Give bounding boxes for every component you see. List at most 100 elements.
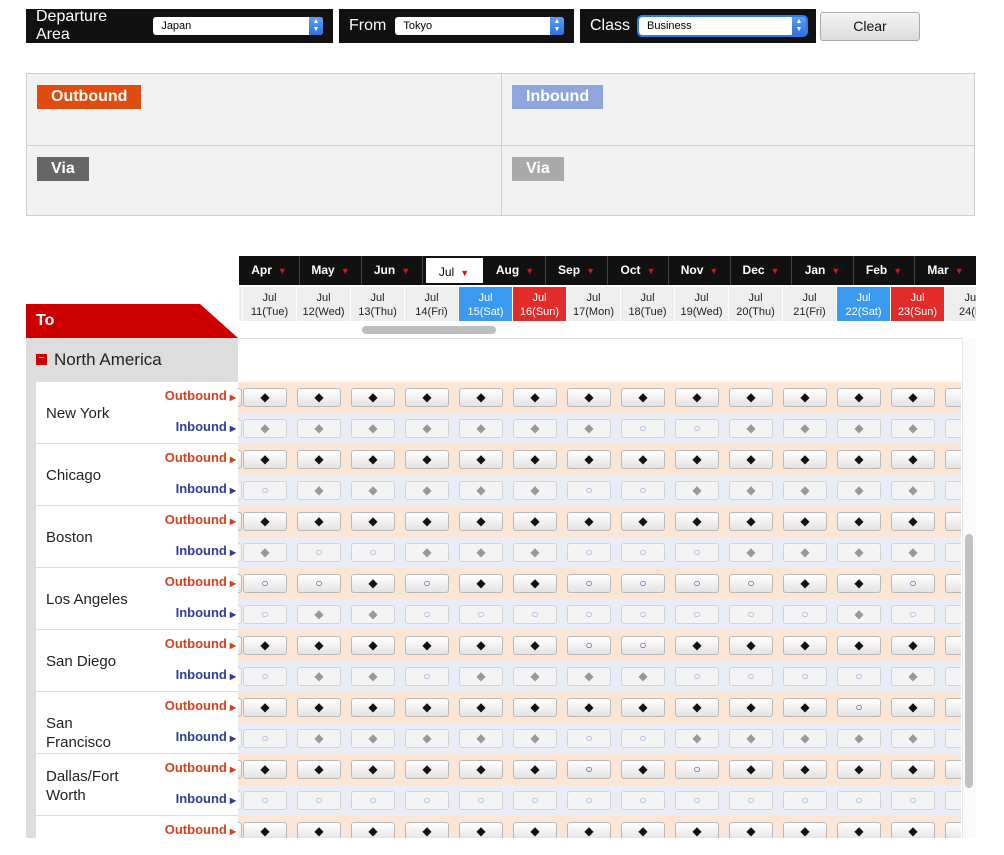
availability-cell[interactable]: ◆ [459, 729, 503, 748]
month-tab-oct[interactable]: Oct ▼ [608, 256, 669, 285]
availability-cell[interactable]: ◆ [621, 822, 665, 838]
availability-cell[interactable]: ◆ [567, 822, 611, 838]
availability-cell[interactable]: ◆ [837, 512, 881, 531]
availability-cell[interactable]: ◆ [459, 388, 503, 407]
availability-cell[interactable]: ○ [297, 791, 341, 810]
month-tab-jul[interactable]: Jul ▼ [423, 256, 485, 285]
availability-cell[interactable]: ○ [243, 574, 287, 593]
availability-cell[interactable] [238, 760, 242, 779]
availability-cell[interactable]: ◆ [837, 636, 881, 655]
date-column-header[interactable]: Jul 24(M [945, 287, 976, 321]
horizontal-scrollbar[interactable] [362, 326, 496, 334]
availability-cell[interactable]: ◆ [513, 636, 557, 655]
availability-cell[interactable]: ◆ [945, 481, 961, 500]
availability-cell[interactable]: ○ [567, 605, 611, 624]
availability-cell[interactable]: ○ [783, 791, 827, 810]
availability-cell[interactable]: ◆ [783, 388, 827, 407]
from-select[interactable]: Tokyo ▲ ▼ [395, 17, 564, 35]
availability-cell[interactable]: ◆ [297, 636, 341, 655]
availability-cell[interactable]: ◆ [891, 450, 935, 469]
availability-cell[interactable]: ○ [891, 605, 935, 624]
date-column-header[interactable]: Jul 12(Wed) [297, 287, 350, 321]
availability-cell[interactable]: ◆ [945, 698, 961, 717]
availability-cell[interactable]: ◆ [405, 729, 449, 748]
availability-cell[interactable] [238, 543, 242, 562]
availability-cell[interactable]: ○ [621, 729, 665, 748]
availability-cell[interactable]: ◆ [567, 698, 611, 717]
availability-cell[interactable]: ○ [405, 605, 449, 624]
availability-cell[interactable]: ◆ [567, 388, 611, 407]
availability-cell[interactable]: ○ [243, 605, 287, 624]
availability-cell[interactable]: ○ [621, 636, 665, 655]
availability-cell[interactable]: ○ [243, 791, 287, 810]
availability-cell[interactable]: ◆ [837, 729, 881, 748]
availability-cell[interactable]: ◆ [297, 419, 341, 438]
availability-cell[interactable]: ◆ [783, 450, 827, 469]
availability-cell[interactable] [238, 419, 242, 438]
availability-cell[interactable]: ◆ [621, 450, 665, 469]
availability-cell[interactable]: ◆ [837, 605, 881, 624]
availability-cell[interactable]: ◆ [351, 481, 395, 500]
availability-cell[interactable]: ◆ [945, 543, 961, 562]
month-tab-feb[interactable]: Feb ▼ [854, 256, 915, 285]
availability-cell[interactable]: ◆ [243, 698, 287, 717]
inbound-via-cell[interactable]: Via [501, 145, 975, 216]
clear-button[interactable]: Clear [820, 12, 920, 41]
availability-cell[interactable]: ◆ [243, 388, 287, 407]
availability-cell[interactable]: ◆ [405, 481, 449, 500]
availability-cell[interactable]: ○ [729, 667, 773, 686]
availability-cell[interactable]: ◆ [783, 419, 827, 438]
availability-cell[interactable]: ◆ [351, 729, 395, 748]
availability-cell[interactable]: ◆ [891, 388, 935, 407]
availability-cell[interactable]: ◆ [783, 512, 827, 531]
departure-area-select[interactable]: Japan ▲ ▼ [153, 17, 323, 35]
availability-cell[interactable]: ◆ [891, 636, 935, 655]
availability-cell[interactable]: ◆ [783, 698, 827, 717]
availability-cell[interactable]: ○ [945, 791, 961, 810]
availability-cell[interactable]: ◆ [729, 822, 773, 838]
availability-cell[interactable]: ○ [567, 636, 611, 655]
availability-cell[interactable]: ◆ [729, 450, 773, 469]
availability-cell[interactable]: ◆ [243, 760, 287, 779]
availability-cell[interactable]: ◆ [513, 512, 557, 531]
availability-cell[interactable]: ◆ [513, 760, 557, 779]
availability-cell[interactable]: ○ [621, 791, 665, 810]
availability-cell[interactable]: ◆ [837, 760, 881, 779]
availability-cell[interactable]: ◆ [351, 760, 395, 779]
availability-cell[interactable]: ◆ [729, 512, 773, 531]
availability-cell[interactable] [238, 791, 242, 810]
availability-cell[interactable]: ○ [621, 481, 665, 500]
availability-cell[interactable]: ◆ [297, 388, 341, 407]
date-column-header[interactable]: Jul 11(Tue) [243, 287, 296, 321]
availability-cell[interactable]: ○ [513, 605, 557, 624]
availability-cell[interactable]: ○ [891, 574, 935, 593]
availability-cell[interactable]: ◆ [459, 543, 503, 562]
availability-cell[interactable] [238, 822, 242, 838]
availability-cell[interactable]: ○ [621, 605, 665, 624]
availability-cell[interactable]: ○ [243, 481, 287, 500]
availability-cell[interactable]: ◆ [729, 729, 773, 748]
availability-cell[interactable]: ◆ [891, 729, 935, 748]
availability-cell[interactable]: ◆ [945, 450, 961, 469]
availability-cell[interactable]: ○ [837, 698, 881, 717]
availability-cell[interactable]: ○ [297, 574, 341, 593]
availability-cell[interactable]: ○ [675, 667, 719, 686]
date-column-header[interactable]: Jul 23(Sun) [891, 287, 944, 321]
availability-cell[interactable]: ◆ [297, 822, 341, 838]
availability-cell[interactable] [238, 481, 242, 500]
availability-cell[interactable]: ◆ [513, 574, 557, 593]
availability-cell[interactable]: ○ [405, 667, 449, 686]
availability-cell[interactable]: ◆ [891, 481, 935, 500]
date-column-header[interactable]: Jul 16(Sun) [513, 287, 566, 321]
availability-cell[interactable]: ○ [675, 419, 719, 438]
availability-cell[interactable]: ○ [567, 760, 611, 779]
availability-cell[interactable]: ◆ [351, 419, 395, 438]
date-column-header[interactable]: Jul 17(Mon) [567, 287, 620, 321]
availability-cell[interactable]: ◆ [297, 698, 341, 717]
availability-cell[interactable] [238, 450, 242, 469]
availability-cell[interactable]: ◆ [459, 450, 503, 469]
availability-cell[interactable]: ○ [675, 574, 719, 593]
availability-cell[interactable]: ○ [351, 791, 395, 810]
availability-cell[interactable]: ◆ [351, 512, 395, 531]
availability-cell[interactable]: ○ [783, 667, 827, 686]
